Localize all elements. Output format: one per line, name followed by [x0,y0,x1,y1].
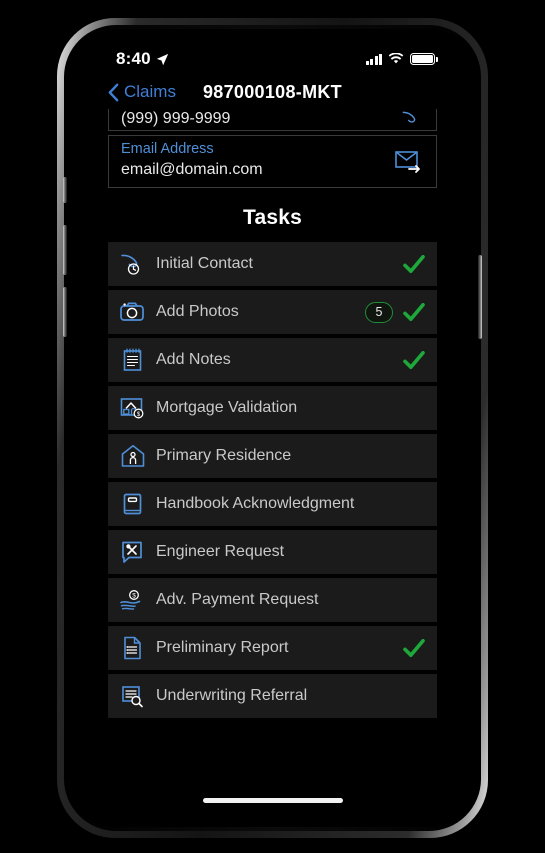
phone-call-icon [402,111,416,123]
task-row-status [403,255,425,273]
email-field[interactable]: Email Address email@domain.com [108,135,437,188]
house-person-icon [118,441,148,471]
task-row-engineer-request[interactable]: Engineer Request [108,530,437,574]
power-button[interactable] [478,255,482,339]
navigation-bar: Claims 987000108-MKT [102,75,443,109]
phone-device-frame: 8:40 Claims 987000108-MKT (999) 999-9999… [57,18,488,838]
email-send-action[interactable] [394,148,424,174]
back-button-label: Claims [124,82,176,101]
notepad-icon [118,345,148,375]
task-label: Adv. Payment Request [156,591,319,608]
book-icon [118,489,148,519]
email-field-value: email@domain.com [121,161,263,178]
wifi-icon [388,53,404,64]
tasks-list: Initial Contact Add Photos 5 Add Notes $… [102,242,443,718]
document-list-icon [118,633,148,663]
house-money-icon: $ [118,393,148,423]
email-field-label: Email Address [121,141,214,157]
task-row-mortgage-validation[interactable]: $ Mortgage Validation [108,386,437,430]
task-label: Add Photos [156,303,239,320]
phone-field[interactable]: (999) 999-9999 [108,109,437,131]
task-label: Initial Contact [156,255,253,272]
task-row-status: 5 [365,301,425,323]
task-label: Engineer Request [156,543,285,560]
check-icon [403,351,425,369]
task-row-handbook-acknowledgment[interactable]: Handbook Acknowledgment [108,482,437,526]
task-label: Add Notes [156,351,231,368]
phone-field-text: (999) 999-9999 [121,109,230,129]
status-bar-right [365,53,438,65]
document-search-icon [118,681,148,711]
task-label: Preliminary Report [156,639,289,656]
phone-field-value: (999) 999-9999 [121,110,231,127]
task-row-underwriting-referral[interactable]: Underwriting Referral [108,674,437,718]
task-row-status [403,351,425,369]
task-label: Primary Residence [156,447,292,464]
envelope-send-icon [395,150,420,173]
volume-down-button[interactable] [63,287,67,337]
status-bar: 8:40 [102,43,443,75]
volume-up-button[interactable] [63,225,67,275]
email-field-text: Email Address email@domain.com [121,141,263,180]
chevron-left-icon [108,83,119,101]
task-row-primary-residence[interactable]: Primary Residence [108,434,437,478]
home-indicator[interactable] [202,798,343,803]
photo-count-badge: 5 [365,301,393,323]
phone-inner-frame: 8:40 Claims 987000108-MKT (999) 999-9999… [63,25,482,831]
phone-screen: 8:40 Claims 987000108-MKT (999) 999-9999… [102,43,443,813]
camera-icon [118,297,148,327]
phone-bezel: 8:40 Claims 987000108-MKT (999) 999-9999… [68,29,477,827]
phone-clock-icon [118,249,148,279]
location-arrow-icon [156,53,169,65]
screenshot-stage: 8:40 Claims 987000108-MKT (999) 999-9999… [0,0,545,853]
svg-text:$: $ [132,593,136,600]
task-row-add-photos[interactable]: Add Photos 5 [108,290,437,334]
task-row-status [403,639,425,657]
task-row-add-notes[interactable]: Add Notes [108,338,437,382]
task-label: Underwriting Referral [156,687,308,704]
silent-switch-button[interactable] [63,177,67,203]
phone-call-action[interactable] [398,109,424,130]
task-label: Handbook Acknowledgment [156,495,355,512]
cellular-signal-icon [365,53,382,65]
tasks-section-title: Tasks [243,206,302,229]
status-bar-left: 8:40 [116,49,169,69]
battery-full-icon [410,53,438,65]
detail-scroll-content[interactable]: (999) 999-9999 Email Address email@domai… [102,109,443,785]
check-icon [403,303,425,321]
task-row-adv-payment-request[interactable]: $ Adv. Payment Request [108,578,437,622]
check-icon [403,255,425,273]
hand-coin-icon: $ [118,585,148,615]
task-label: Mortgage Validation [156,399,298,416]
task-row-initial-contact[interactable]: Initial Contact [108,242,437,286]
check-icon [403,639,425,657]
engineer-chat-icon [118,537,148,567]
status-bar-time: 8:40 [116,49,151,68]
task-row-preliminary-report[interactable]: Preliminary Report [108,626,437,670]
back-button[interactable]: Claims [102,82,176,102]
